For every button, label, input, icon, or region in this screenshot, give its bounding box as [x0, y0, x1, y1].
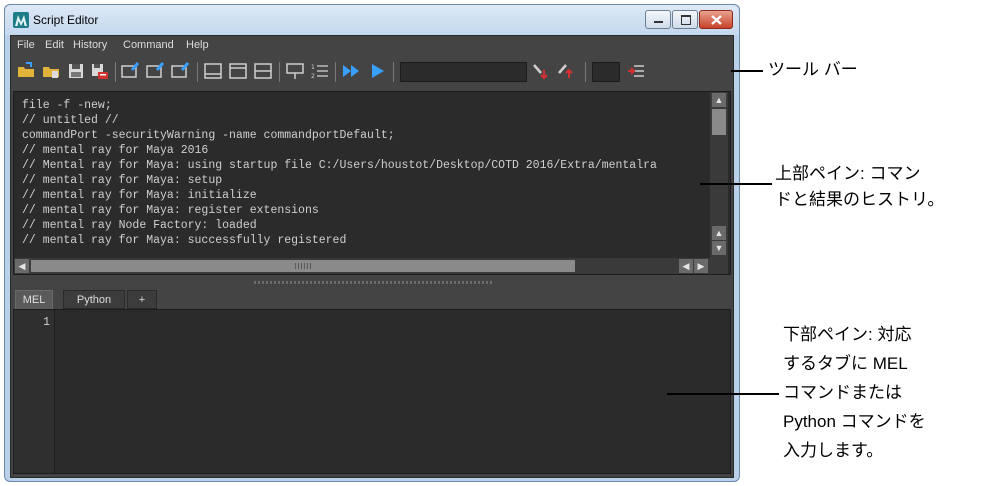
lower-pane-annotation-line: Python コマンドを [783, 412, 926, 431]
script-editor-window: Script Editor File Edit History Command … [4, 4, 740, 482]
toolbar-separator [335, 62, 336, 82]
save-script-to-shelf-icon[interactable] [90, 61, 110, 81]
lower-pane-annotation-line: コマンドまたは [783, 383, 902, 402]
save-script-icon[interactable] [66, 61, 86, 81]
goto-line-field[interactable] [592, 62, 620, 82]
history-line: // mental ray Node Factory: loaded [22, 219, 257, 232]
upper-pane-annotation-line: 上部ペイン: コマン [775, 164, 921, 183]
toolbar-separator [115, 62, 116, 82]
line-number-gutter: 1 [14, 310, 55, 473]
menu-edit[interactable]: Edit [45, 39, 64, 51]
search-up-icon[interactable] [556, 61, 576, 81]
toolbar-separator [585, 62, 586, 82]
menu-bar: File Edit History Command Help [11, 36, 733, 56]
history-line: // mental ray for Maya 2016 [22, 144, 209, 157]
lower-pane-annotation-line: 入力します。 [783, 441, 884, 460]
window-title: Script Editor [33, 13, 99, 27]
scroll-left-button[interactable]: ◀ [15, 259, 29, 273]
history-vertical-scrollbar[interactable]: ▲ ▲ ▼ [710, 92, 728, 258]
scroll-grip-icon [295, 263, 313, 269]
goto-line-icon[interactable] [626, 61, 646, 81]
toolbar: 1 2 [11, 57, 733, 87]
toolbar-leader-line [731, 70, 763, 72]
title-bar[interactable]: Script Editor [5, 5, 739, 35]
search-down-icon[interactable] [531, 61, 551, 81]
menu-command[interactable]: Command [123, 39, 174, 51]
menu-file[interactable]: File [17, 39, 35, 51]
editor-client-area: File Edit History Command Help 1 2 file … [10, 35, 734, 478]
scroll-up-button[interactable]: ▲ [712, 93, 726, 107]
svg-text:2: 2 [311, 73, 315, 80]
maximize-icon [681, 15, 691, 25]
horizontal-scroll-thumb[interactable] [31, 260, 575, 272]
history-line: commandPort -securityWarning -name comma… [22, 129, 395, 142]
pane-splitter-handle[interactable] [254, 281, 492, 284]
lower-pane-annotation-line: するタブに MEL [783, 354, 908, 373]
upper-pane-leader-line [700, 183, 772, 185]
history-line: // Mental ray for Maya: using startup fi… [22, 159, 657, 172]
history-line: // mental ray for Maya: initialize [22, 189, 257, 202]
svg-text:1: 1 [311, 64, 315, 71]
script-input-area[interactable] [60, 316, 720, 466]
scroll-left-button[interactable]: ◀ [679, 259, 693, 273]
search-field[interactable] [400, 62, 527, 82]
open-script-icon[interactable] [16, 61, 36, 81]
source-script-icon[interactable] [41, 61, 61, 81]
show-history-only-icon[interactable] [203, 61, 223, 81]
history-line: // mental ray for Maya: setup [22, 174, 223, 187]
lower-pane-annotation-line: 下部ペイン: 対応 [783, 325, 912, 344]
tab-mel[interactable]: MEL [15, 290, 53, 309]
minimize-icon [654, 21, 663, 23]
tab-python[interactable]: Python [63, 290, 125, 309]
history-line: // untitled // [22, 114, 119, 127]
history-pane[interactable]: file -f -new; // untitled // commandPort… [13, 91, 731, 275]
close-icon [711, 15, 722, 25]
clear-input-icon[interactable] [145, 61, 165, 81]
toolbar-separator [279, 62, 280, 82]
scroll-right-button[interactable]: ▶ [694, 259, 708, 273]
line-number: 1 [43, 316, 50, 329]
history-line: // mental ray for Maya: register extensi… [22, 204, 319, 217]
maya-app-icon [13, 12, 29, 28]
maximize-button[interactable] [672, 10, 698, 29]
lower-pane-leader-line [667, 393, 779, 395]
execute-icon[interactable] [367, 61, 387, 81]
history-horizontal-scrollbar[interactable]: ◀ ◀ ▶ [14, 258, 728, 274]
vertical-scroll-thumb[interactable] [712, 109, 726, 135]
menu-history[interactable]: History [73, 39, 107, 51]
execute-all-icon[interactable] [341, 61, 361, 81]
history-line: file -f -new; [22, 99, 112, 112]
toolbar-separator [197, 62, 198, 82]
tab-add-button[interactable]: + [127, 290, 157, 309]
show-line-numbers-icon[interactable]: 1 2 [310, 61, 330, 81]
toolbar-annotation: ツール バー [768, 60, 858, 79]
echo-all-commands-icon[interactable] [285, 61, 305, 81]
show-input-only-icon[interactable] [228, 61, 248, 81]
scroll-up-button[interactable]: ▲ [712, 226, 726, 240]
scroll-down-button[interactable]: ▼ [712, 241, 726, 255]
input-pane[interactable]: 1 [13, 309, 731, 474]
clear-all-icon[interactable] [170, 61, 190, 81]
close-button[interactable] [699, 10, 733, 29]
history-line: // mental ray for Maya: successfully reg… [22, 234, 347, 247]
menu-help[interactable]: Help [186, 39, 209, 51]
clear-history-icon[interactable] [120, 61, 140, 81]
upper-pane-annotation-line: ドと結果のヒストリ。 [775, 190, 945, 209]
minimize-button[interactable] [645, 10, 671, 29]
show-both-icon[interactable] [253, 61, 273, 81]
toolbar-separator [393, 62, 394, 82]
